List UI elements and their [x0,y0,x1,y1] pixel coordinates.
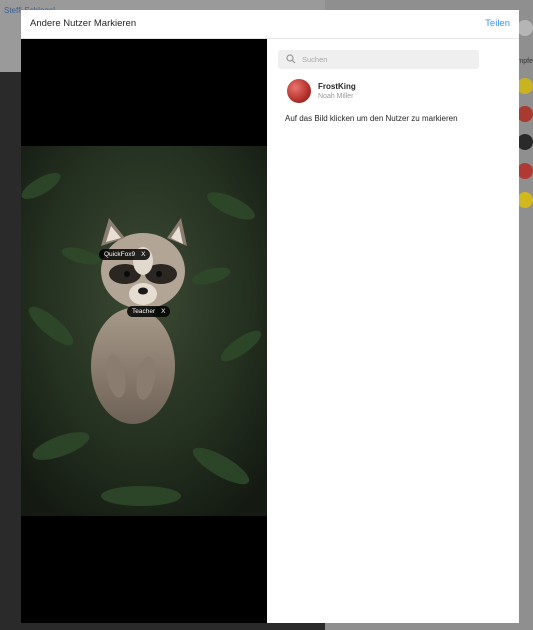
remove-tag-button[interactable]: X [141,251,145,258]
background-avatar [517,106,533,122]
background-avatar [517,163,533,179]
avatar [287,79,311,103]
background-avatar [517,192,533,208]
tagging-sidebar: FrostKing Noah Miller Auf das Bild klick… [267,39,519,623]
dialog-header: Andere Nutzer Markieren Teilen [21,10,519,39]
raccoon-photo[interactable]: QuickFox9 X Teacher X [21,146,267,516]
dialog-title: Andere Nutzer Markieren [30,18,137,29]
user-tag[interactable]: Teacher X [127,306,171,317]
tagging-hint: Auf das Bild klicken um den Nutzer zu ma… [285,114,458,123]
remove-tag-button[interactable]: X [161,308,165,315]
user-result[interactable]: FrostKing Noah Miller [287,79,487,107]
result-fullname: Noah Miller [318,93,354,100]
search-box[interactable] [278,50,479,69]
search-icon [286,54,296,64]
background-avatar-icon [517,20,533,36]
share-button[interactable]: Teilen [485,18,510,29]
tag-users-dialog: Andere Nutzer Markieren Teilen QuickFox9… [21,10,519,623]
tag-username: QuickFox9 [104,251,136,258]
result-username: FrostKing [318,82,356,91]
user-tag[interactable]: QuickFox9 X [99,249,151,260]
search-input[interactable] [302,50,472,69]
background-avatar [517,78,533,94]
background-avatar [517,134,533,150]
image-panel[interactable]: QuickFox9 X Teacher X [21,39,267,623]
tag-username: Teacher [132,308,156,315]
